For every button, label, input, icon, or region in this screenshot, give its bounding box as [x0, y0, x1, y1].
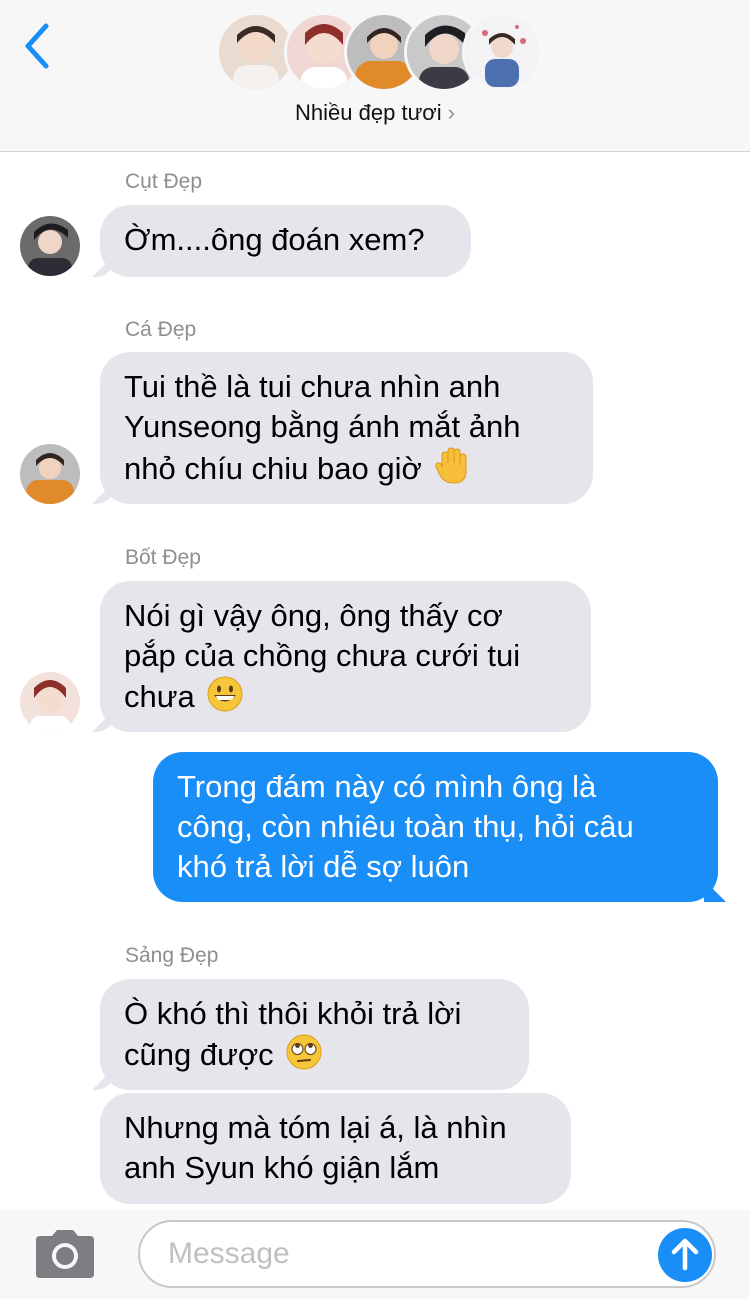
- arrow-up-icon: [671, 1238, 699, 1271]
- message-bubble[interactable]: Nhưng mà tóm lại á, là nhìn anh Syun khó…: [100, 1093, 571, 1204]
- group-avatars[interactable]: [216, 12, 542, 94]
- group-name: Nhiều đẹp tươi: [295, 100, 442, 125]
- camera-button[interactable]: [32, 1228, 98, 1280]
- message-line: Nói gì vậy ông, ông thấy cơ: [124, 598, 503, 633]
- message-line: anh Syun khó giận lắm: [124, 1150, 440, 1185]
- message-line: Nhưng mà tóm lại á, là nhìn: [124, 1110, 507, 1145]
- avatar[interactable]: [20, 444, 80, 504]
- avatar[interactable]: [20, 216, 80, 276]
- group-name-button[interactable]: Nhiều đẹp tươi ›: [0, 100, 750, 126]
- message-bubble[interactable]: Nói gì vậy ông, ông thấy cơ pắp của chồn…: [100, 581, 591, 732]
- send-button[interactable]: [658, 1228, 712, 1282]
- camera-icon: [36, 1230, 94, 1278]
- eye-roll-emoji: [286, 1034, 322, 1080]
- sender-name: Sảng Đẹp: [125, 944, 219, 967]
- avatar[interactable]: [20, 672, 80, 732]
- message-line: chưa: [124, 679, 195, 715]
- conversation-header: Nhiều đẹp tươi ›: [0, 0, 750, 152]
- message-line: Ờm....ông đoán xem?: [124, 222, 425, 257]
- message-line: Trong đám này có mình ông là: [177, 769, 597, 804]
- chevron-left-icon: [25, 23, 49, 69]
- message-line: Ò khó thì thôi khỏi trả lời: [124, 996, 462, 1031]
- member-avatar: [462, 12, 542, 92]
- message-input[interactable]: Message: [138, 1220, 716, 1288]
- grinning-face-emoji: [207, 676, 243, 722]
- message-bubble[interactable]: Tui thề là tui chưa nhìn anh Yunseong bằ…: [100, 352, 593, 504]
- back-button[interactable]: [18, 20, 62, 72]
- outgoing-message-bubble[interactable]: Trong đám này có mình ông là công, còn n…: [153, 752, 718, 902]
- message-line: khó trả lời dễ sợ luôn: [177, 849, 470, 884]
- message-line: nhỏ chíu chiu bao giờ: [124, 451, 422, 487]
- message-bubble[interactable]: Ò khó thì thôi khỏi trả lời cũng được: [100, 979, 529, 1090]
- message-bubble[interactable]: Ờm....ông đoán xem?: [100, 205, 471, 277]
- sender-name: Cụt Đẹp: [125, 170, 203, 193]
- raised-hand-emoji: [434, 447, 470, 495]
- sender-name: Bốt Đẹp: [125, 546, 201, 569]
- message-line: Tui thề là tui chưa nhìn anh: [124, 369, 501, 404]
- sender-name: Cá Đẹp: [125, 318, 197, 341]
- message-line: pắp của chồng chưa cưới tui: [124, 638, 521, 673]
- compose-bar: Message: [0, 1210, 750, 1299]
- message-line: cũng được: [124, 1037, 274, 1073]
- message-line: Yunseong bằng ánh mắt ảnh: [124, 409, 521, 444]
- chevron-right-icon: ›: [447, 100, 455, 125]
- message-line: công, còn nhiêu toàn thụ, hỏi câu: [177, 809, 634, 844]
